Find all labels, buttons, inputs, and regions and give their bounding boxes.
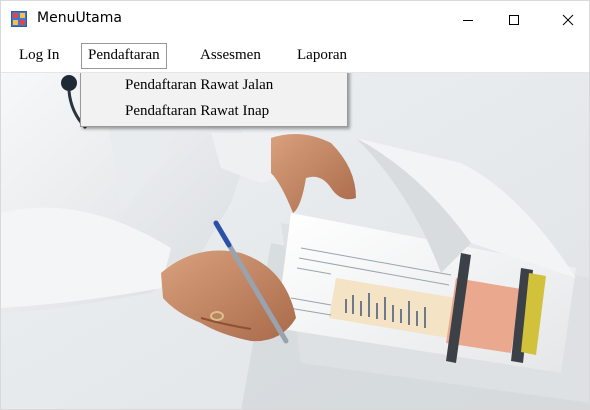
title-bar: MenuUtama <box>1 1 589 39</box>
menu-bar: Log In Pendaftaran Assesmen Laporan <box>1 39 589 73</box>
background-photo-area: Pendaftaran Rawat Jalan Pendaftaran Rawa… <box>1 73 589 409</box>
menu-item-pendaftaran-rawat-jalan[interactable]: Pendaftaran Rawat Jalan <box>125 73 273 97</box>
menu-assesmen[interactable]: Assesmen <box>194 44 267 68</box>
minimize-icon <box>462 11 474 30</box>
pendaftaran-dropdown-menu: Pendaftaran Rawat Jalan Pendaftaran Rawa… <box>80 73 348 127</box>
app-form-icon <box>11 11 27 27</box>
menu-log-in[interactable]: Log In <box>13 44 65 68</box>
menu-item-pendaftaran-rawat-inap[interactable]: Pendaftaran Rawat Inap <box>125 99 269 123</box>
menu-laporan[interactable]: Laporan <box>291 44 353 68</box>
menu-pendaftaran[interactable]: Pendaftaran <box>81 43 167 69</box>
maximize-icon <box>508 11 520 30</box>
window-title: MenuUtama <box>37 10 122 26</box>
minimize-button[interactable] <box>445 1 491 39</box>
main-window: MenuUtama Log In Pendaftaran Assesmen La… <box>0 0 590 410</box>
close-button[interactable] <box>545 1 589 39</box>
close-icon <box>562 11 574 30</box>
maximize-button[interactable] <box>491 1 537 39</box>
